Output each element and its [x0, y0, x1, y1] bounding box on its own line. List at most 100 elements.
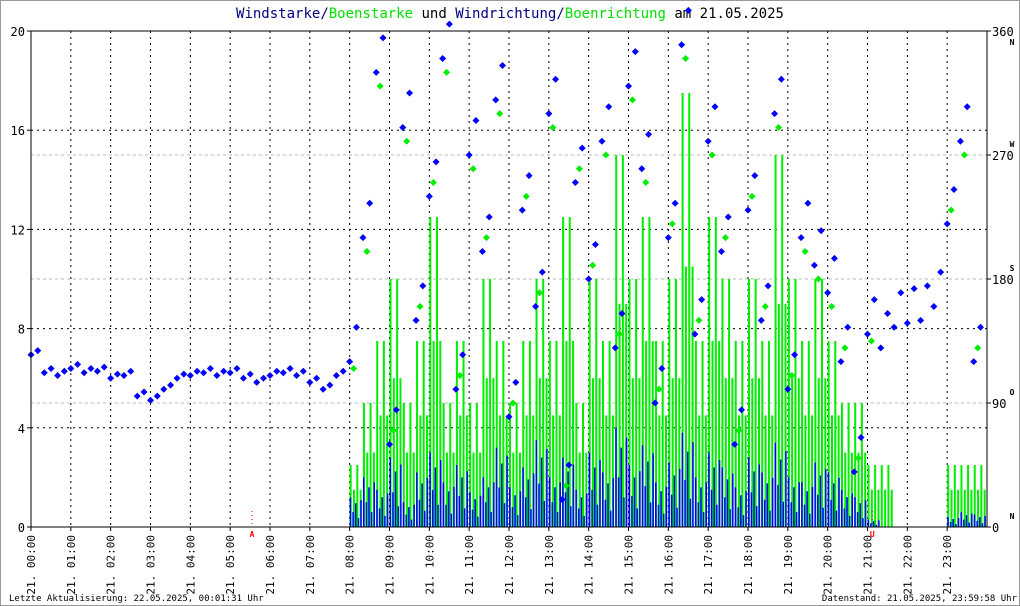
x-tick-label: 21. 14:00	[583, 535, 596, 595]
wind-direction-point	[40, 369, 48, 377]
wind-direction-point	[771, 110, 779, 118]
wind-bar	[846, 497, 848, 527]
gust-bar	[781, 155, 784, 527]
y-right-tick-label: 180	[992, 273, 1014, 287]
wind-bar	[702, 512, 705, 527]
title-part: Boenrichtung	[565, 6, 666, 22]
wind-bar	[809, 513, 811, 527]
wind-bar	[798, 482, 800, 527]
wind-bar	[686, 451, 689, 527]
wind-bar	[753, 471, 755, 527]
wind-bar	[732, 473, 734, 527]
wind-bar	[386, 493, 389, 527]
wind-bar	[511, 507, 514, 527]
wind-direction-point	[591, 241, 599, 249]
chart-title: Windstarke/Boenstarke und Windrichtung/B…	[236, 6, 784, 22]
wind-bar	[617, 477, 620, 527]
wind-direction-point	[339, 367, 347, 375]
wind-direction-point	[751, 172, 759, 180]
compass-label: N	[1010, 38, 1015, 47]
wind-direction-point	[87, 365, 95, 373]
wind-bar	[872, 521, 875, 527]
gust-bar	[874, 465, 877, 527]
wind-bar	[463, 508, 466, 527]
wind-direction-point	[704, 137, 712, 145]
wind-bar	[416, 472, 418, 527]
wind-bar	[516, 515, 519, 527]
y-left-tick-label: 12	[11, 223, 25, 237]
wind-bar	[570, 506, 572, 527]
wind-bar	[862, 518, 864, 527]
gust-bar	[409, 403, 412, 527]
gust-bar	[382, 341, 385, 527]
wind-bar	[979, 517, 981, 527]
x-tick-label: 21. 20:00	[822, 535, 835, 595]
wind-bar	[830, 499, 832, 527]
wind-direction-point	[266, 371, 274, 379]
wind-bar	[718, 460, 721, 527]
wind-bar	[421, 483, 423, 527]
wind-bar	[413, 504, 415, 527]
wind-bar	[968, 522, 970, 527]
y-right-tick-label: 360	[992, 25, 1014, 39]
gust-direction-point	[350, 365, 358, 373]
x-tick-label: 21. 03:00	[145, 535, 158, 595]
gust-bar	[688, 93, 691, 527]
wind-direction-point	[319, 385, 327, 393]
wind-bar	[450, 513, 453, 527]
wind-bar	[856, 512, 859, 527]
wind-bar	[524, 497, 527, 527]
wind-bar	[647, 461, 649, 527]
wind-bar	[564, 492, 567, 527]
gust-bar	[369, 403, 372, 527]
x-tick-label: 21. 08:00	[344, 535, 357, 595]
wind-bar	[559, 482, 561, 527]
x-tick-label: 21. 06:00	[264, 535, 277, 595]
wind-direction-point	[545, 110, 553, 118]
wind-direction-point	[253, 378, 261, 386]
x-tick-label: 21. 18:00	[742, 535, 755, 595]
gust-direction-point	[602, 151, 610, 159]
wind-bar	[487, 487, 490, 527]
wind-bar	[763, 499, 766, 527]
x-tick-label: 21. 11:00	[463, 535, 476, 595]
gust-bar	[555, 341, 558, 527]
wind-bar	[660, 491, 662, 527]
gust-direction-point	[867, 337, 875, 345]
wind-direction-point	[107, 374, 115, 382]
gust-bar	[867, 465, 870, 527]
wind-direction-point	[943, 220, 951, 228]
wind-direction-point	[956, 137, 964, 145]
wind-direction-point	[737, 406, 745, 414]
wind-direction-point	[167, 381, 175, 389]
gust-direction-point	[589, 261, 597, 269]
wind-direction-point	[332, 371, 340, 379]
wind-direction-point	[877, 344, 885, 352]
wind-bar	[697, 502, 700, 527]
wind-bar	[485, 502, 487, 527]
wind-bar	[676, 507, 678, 527]
wind-bar	[678, 468, 681, 527]
y-right-tick-label: 90	[992, 397, 1006, 411]
wind-bar	[535, 440, 538, 527]
gust-bar	[701, 341, 704, 527]
x-tick-label: 21. 00:00	[25, 535, 38, 595]
wind-bar	[469, 492, 471, 527]
wind-bar	[840, 489, 843, 527]
wind-direction-point	[804, 199, 812, 207]
gust-direction-point	[761, 303, 769, 311]
wind-direction-point	[757, 316, 765, 324]
wind-chart: Windstarke/Boenstarke und Windrichtung/B…	[9, 6, 1018, 604]
wind-bar	[495, 447, 498, 527]
gust-direction-point	[695, 316, 703, 324]
gust-direction-point	[748, 192, 756, 200]
gust-bar	[356, 465, 359, 527]
wind-bar	[947, 517, 949, 527]
wind-bar	[663, 513, 665, 527]
wind-direction-point	[459, 351, 467, 359]
wind-direction-point	[764, 282, 772, 290]
gust-direction-point	[416, 303, 424, 311]
wind-direction-point	[478, 247, 486, 255]
gust-bar	[635, 279, 638, 527]
wind-direction-point	[419, 282, 427, 290]
